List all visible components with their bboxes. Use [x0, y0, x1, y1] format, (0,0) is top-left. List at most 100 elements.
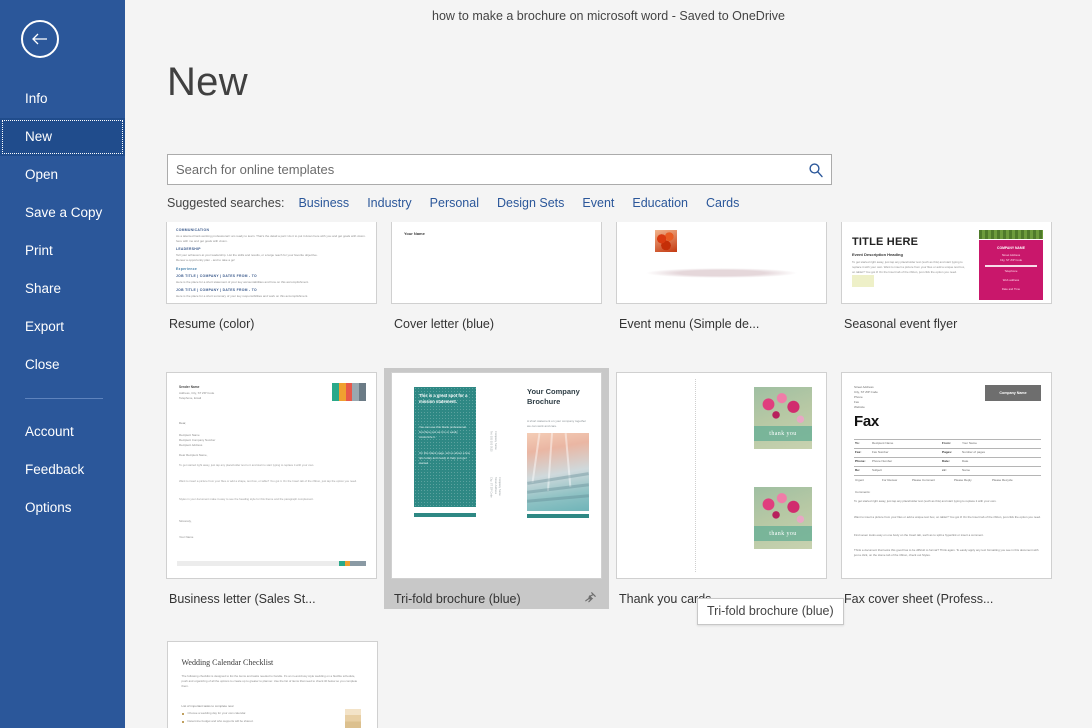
sidebar-item-export[interactable]: Export [0, 308, 125, 346]
back-arrow-glyph [31, 33, 49, 45]
thumb-address: Street AddressCity, ST ZIP CodePhoneFaxW… [854, 385, 878, 410]
thumb-text: Sincerely, [179, 519, 191, 523]
sidebar-item-label: New [25, 129, 52, 144]
thumb-checkbox-item: Urgent [855, 478, 864, 482]
backstage-main: how to make a brochure on microsoft word… [125, 0, 1092, 728]
thumb-image [655, 230, 677, 252]
thumb-text: Want to insert a picture from your files… [179, 479, 364, 484]
thumb-heading: COMMUNICATION [176, 228, 209, 232]
template-card-label: Seasonal event flyer [840, 314, 1053, 334]
thumb-text: To get started right away, just tap any … [179, 463, 364, 468]
template-card-thank-you-cards[interactable]: thank you thank you Thank you cards [609, 368, 834, 609]
template-grid: COMMUNICATION As a talented hard-working… [159, 218, 1059, 728]
template-thumbnail: COMMUNICATION As a talented hard-working… [166, 222, 377, 304]
sidebar-item-label: Feedback [25, 462, 84, 477]
thumb-checkbox-item: For Review [882, 478, 897, 482]
window-title: how to make a brochure on microsoft word… [125, 9, 1092, 23]
sidebar-item-new[interactable]: New [0, 118, 125, 156]
thumb-color-band [332, 383, 366, 401]
template-card-label: Event menu (Simple de... [615, 314, 828, 334]
thumb-field-value: Your Name [962, 441, 977, 445]
sidebar-item-share[interactable]: Share [0, 270, 125, 308]
sidebar-item-close[interactable]: Close [0, 346, 125, 384]
template-thumbnail: thank you thank you [616, 372, 827, 579]
thumb-panel-line: Telephone [979, 269, 1043, 273]
template-card-resume-color[interactable]: COMMUNICATION As a talented hard-working… [159, 218, 384, 334]
sidebar-item-feedback[interactable]: Feedback [0, 451, 125, 489]
thumb-checkbox-row: Please Reply [954, 478, 972, 482]
thumb-checkbox-row: Urgent [855, 478, 864, 482]
template-card-cover-letter-blue[interactable]: Your Name Cover letter (blue) [384, 218, 609, 334]
sidebar-item-label: Info [25, 91, 48, 106]
search-icon[interactable] [801, 162, 831, 178]
template-card-seasonal-event-flyer[interactable]: TITLE HERE Event Description Heading To … [834, 218, 1059, 334]
template-card-fax-cover-sheet[interactable]: Street AddressCity, ST ZIP CodePhoneFaxW… [834, 368, 1059, 609]
template-thumbnail: Street AddressCity, ST ZIP CodePhoneFaxW… [841, 372, 1052, 579]
sidebar-item-label: Account [25, 424, 74, 439]
thumb-panel-line: City, ST ZIP Code [979, 258, 1043, 262]
sidebar-item-open[interactable]: Open [0, 156, 125, 194]
suggested-link-event[interactable]: Event [582, 196, 614, 210]
thumb-tag [852, 275, 874, 287]
back-arrow-icon[interactable] [21, 20, 59, 58]
thumb-text: As a talented hard-working professional … [176, 234, 367, 238]
sidebar-item-options[interactable]: Options [0, 489, 125, 527]
thumb-field-label: Phone: [855, 459, 865, 463]
thumb-lead: List of important tasks to complete now: [182, 704, 235, 708]
thumb-text: To get started right away, just tap any … [854, 499, 1041, 504]
suggested-link-business[interactable]: Business [298, 196, 349, 210]
template-card-business-letter[interactable]: Sender Name Address, City, ST ZIP CodeTe… [159, 368, 384, 609]
thumb-panel-body: You can use this blank professional broc… [419, 425, 471, 439]
template-row: Sender Name Address, City, ST ZIP CodeTe… [159, 368, 1059, 609]
thumb-heading: LEADERSHIP [176, 247, 201, 251]
thumb-text: Think a document that looks this good ha… [854, 548, 1041, 558]
thumb-field-value: Recipient Name [872, 441, 893, 445]
template-card-tri-fold-brochure-blue[interactable]: This is a great spot for a mission state… [384, 368, 609, 609]
template-card-event-menu[interactable]: Event menu (Simple de... [609, 218, 834, 334]
pushpin-icon[interactable] [584, 591, 597, 607]
thumb-divider [985, 265, 1037, 267]
thumb-image [527, 433, 589, 511]
thumb-title: Your Company Brochure [527, 387, 589, 406]
sidebar-item-info[interactable]: Info [0, 80, 125, 118]
thumb-list-item: Determine budget and who supports will b… [188, 719, 254, 723]
sidebar-item-account[interactable]: Account [0, 413, 125, 451]
sidebar-divider [25, 398, 103, 399]
template-card-wedding-calendar-checklist[interactable]: Wedding Calendar Checklist The following… [159, 637, 385, 728]
thumb-text: Dear, [179, 421, 186, 425]
thumb-panel-title: COMPANY NAME [979, 246, 1043, 250]
thumb-checkbox-item: Please Reply [954, 478, 972, 482]
thumb-text: Here is the place for a short summary of… [176, 294, 367, 298]
thumb-text: here with me and get goals with vision. [176, 239, 367, 243]
thumb-entry: JOB TITLE | COMPANY | DATES FROM - TO [176, 288, 257, 292]
template-card-label: Business letter (Sales St... [165, 589, 378, 609]
suggested-link-industry[interactable]: Industry [367, 196, 411, 210]
thumb-title: Wedding Calendar Checklist [182, 658, 274, 667]
thumb-text: Renew a opportunity plan - and to take a… [176, 258, 367, 262]
suggested-link-education[interactable]: Education [632, 196, 688, 210]
pushpin-glyph [584, 591, 597, 604]
sidebar-item-print[interactable]: Print [0, 232, 125, 270]
thumb-panel-line: Web address [979, 278, 1043, 282]
thumb-title: Fax [854, 413, 879, 430]
thumb-checkbox-row: Please Comment [912, 478, 935, 482]
sidebar-item-label: Export [25, 319, 64, 334]
sidebar-item-label: Print [25, 243, 53, 258]
thumb-illustration [345, 709, 361, 728]
search-glyph [808, 162, 824, 178]
thumb-card: thank you [754, 387, 812, 449]
thumb-field-value: Subject [872, 468, 882, 472]
thumb-field-label: Re: [855, 468, 860, 472]
template-row: Wedding Calendar Checklist The following… [159, 637, 1059, 728]
thumb-field-value: Phone Number [872, 459, 892, 463]
thumb-subtitle: Event Description Heading [852, 252, 903, 257]
suggested-link-cards[interactable]: Cards [706, 196, 739, 210]
suggested-link-design-sets[interactable]: Design Sets [497, 196, 564, 210]
search-input[interactable] [168, 155, 801, 184]
thumb-field-label: To: [855, 441, 860, 445]
sidebar-item-save-a-copy[interactable]: Save a Copy [0, 194, 125, 232]
suggested-link-personal[interactable]: Personal [430, 196, 479, 210]
page-title: New [167, 60, 248, 105]
template-thumbnail: Sender Name Address, City, ST ZIP CodeTe… [166, 372, 377, 579]
thumb-fold-line [695, 379, 696, 572]
